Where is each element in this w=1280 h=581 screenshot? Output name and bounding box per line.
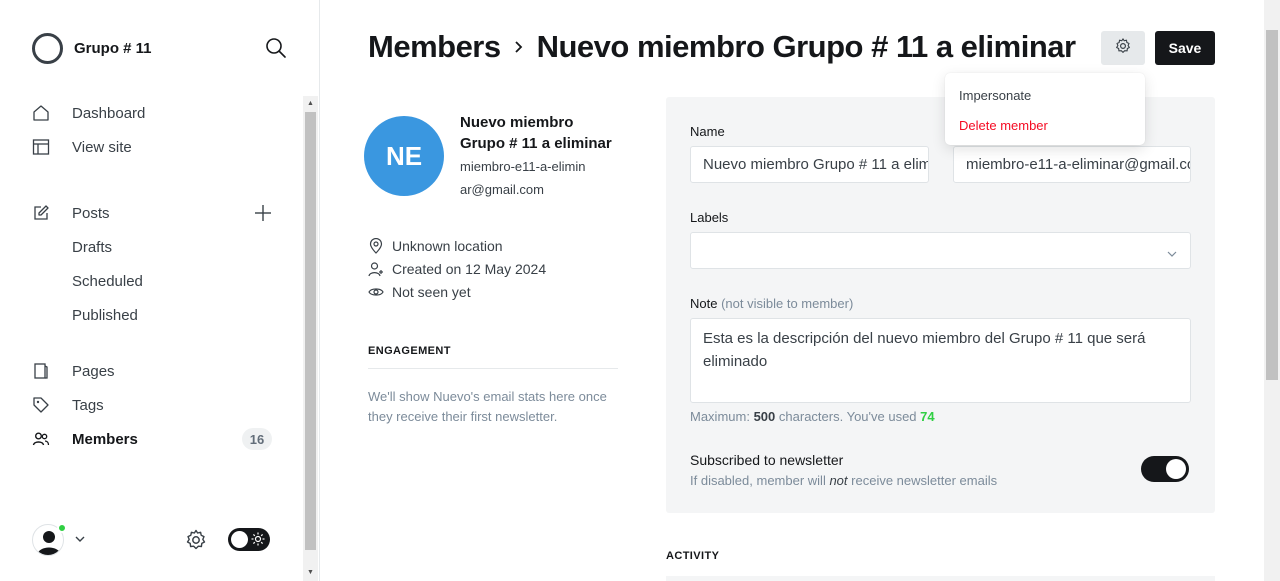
chevron-right-icon [513,40,525,54]
nav-item-drafts[interactable]: Drafts [32,230,272,264]
page-scroll-thumb[interactable] [1266,30,1278,380]
chevron-down-icon [1166,246,1178,263]
impersonate-menu-item[interactable]: Impersonate [945,80,1145,110]
nav-item-tags[interactable]: Tags [32,388,272,422]
online-status-dot [57,523,67,533]
newsletter-label: Subscribed to newsletter [690,452,844,468]
created-text: Created on 12 May 2024 [392,260,547,277]
nav-label: Tags [72,396,104,414]
member-meta: Unknown location Created on 12 May 2024 … [368,234,546,303]
sidebar: Grupo # 11 Dashboard View site Posts Dra… [0,0,320,581]
member-last-seen: Not seen yet [368,280,546,303]
nav-label: Members [72,430,138,448]
note-char-counter: Maximum: 500 characters. You've used 74 [690,409,935,424]
member-avatar: NE [364,116,444,196]
members-icon [32,430,50,448]
nav-item-members[interactable]: Members 16 [32,422,272,456]
nav-label: View site [72,138,132,156]
page-title: Nuevo miembro Grupo # 11 a eliminar [536,29,1076,64]
home-icon [32,104,50,122]
nav-item-pages[interactable]: Pages [32,354,272,388]
counter-prefix: Maximum: [690,409,750,424]
nav-item-scheduled[interactable]: Scheduled [32,264,272,298]
nav-item-posts[interactable]: Posts [32,196,272,230]
name-input[interactable]: Nuevo miembro Grupo # 11 a eliminar [690,146,929,183]
last-seen-text: Not seen yet [392,283,471,300]
nav-item-view-site[interactable]: View site [32,130,272,164]
main-nav: Dashboard View site Posts Drafts Schedul… [32,96,272,456]
nav-label: Pages [72,362,115,380]
nav-label: Published [72,306,138,324]
engagement-heading: ENGAGEMENT [368,345,618,369]
member-name: Nuevo miembro Grupo # 11 a eliminar [460,114,612,152]
gear-icon [1114,37,1132,60]
note-textarea[interactable]: Esta es la descripción del nuevo miembro… [690,318,1191,403]
location-pin-icon [368,237,384,254]
activity-panel [666,576,1215,581]
site-logo-icon [32,32,63,64]
tag-icon [32,396,50,414]
members-count-badge: 16 [242,428,272,450]
eye-icon [368,284,384,300]
scroll-down-arrow-icon[interactable]: ▼ [306,568,315,578]
engagement-text: We'll show Nuevo's email stats here once… [368,389,607,424]
save-button[interactable]: Save [1155,31,1215,65]
hint-part-b: receive newsletter emails [851,473,998,488]
pencil-icon [32,204,50,222]
settings-gear-icon[interactable] [184,528,208,557]
name-label: Name [690,124,725,139]
site-brand[interactable]: Grupo # 11 [32,32,152,64]
email-input[interactable]: miembro-e11-a-eliminar@gmail.com [953,146,1191,183]
nav-label: Scheduled [72,272,143,290]
nav-item-dashboard[interactable]: Dashboard [32,96,272,130]
labels-select[interactable] [690,232,1191,269]
sidebar-scroll-thumb[interactable] [305,112,316,550]
nav-item-published[interactable]: Published [32,298,272,332]
user-add-icon [368,261,384,277]
location-text: Unknown location [392,237,503,254]
pages-icon [32,362,50,380]
counter-used: 74 [920,409,935,424]
breadcrumb: Members Nuevo miembro Grupo # 11 a elimi… [368,28,1076,66]
member-location: Unknown location [368,234,546,257]
chevron-down-icon[interactable] [74,532,86,550]
member-form-panel: Name Nuevo miembro Grupo # 11 a eliminar… [666,97,1215,513]
breadcrumb-parent-link[interactable]: Members [368,29,501,65]
newsletter-toggle[interactable] [1141,456,1189,482]
note-label: Note (not visible to member) [690,296,853,311]
nav-label: Drafts [72,238,113,256]
layout-icon [32,138,50,156]
sidebar-scrollbar[interactable]: ▲ ▼ [303,96,318,581]
member-actions-button[interactable] [1101,31,1145,65]
member-email: miembro-e11-a-eliminar@gmail.com [460,159,586,197]
note-label-text: Note [690,296,718,311]
note-label-hint: (not visible to member) [721,296,854,311]
member-created: Created on 12 May 2024 [368,257,546,280]
search-icon[interactable] [264,36,288,60]
newsletter-hint: If disabled, member will not receive new… [690,473,997,488]
new-post-plus-icon[interactable] [254,204,272,222]
site-title: Grupo # 11 [74,39,152,57]
nav-label: Dashboard [72,104,146,122]
member-actions-dropdown: Impersonate Delete member [945,73,1145,145]
nav-label: Posts [72,204,110,222]
labels-label: Labels [690,210,729,225]
page-scrollbar[interactable] [1264,0,1280,581]
counter-max: 500 [753,409,776,424]
dark-mode-toggle[interactable] [228,528,270,551]
sidebar-footer [32,522,272,558]
counter-mid: characters. You've used [778,409,917,424]
activity-heading: ACTIVITY [666,550,720,562]
main-content: Members Nuevo miembro Grupo # 11 a elimi… [320,0,1264,581]
hint-emphasis: not [829,473,848,488]
delete-member-menu-item[interactable]: Delete member [945,110,1145,140]
toggle-knob [1166,459,1186,479]
hint-part-a: If disabled, member will [690,473,826,488]
scroll-up-arrow-icon[interactable]: ▲ [306,99,315,109]
toggle-knob [231,531,248,548]
sun-icon [251,532,265,551]
